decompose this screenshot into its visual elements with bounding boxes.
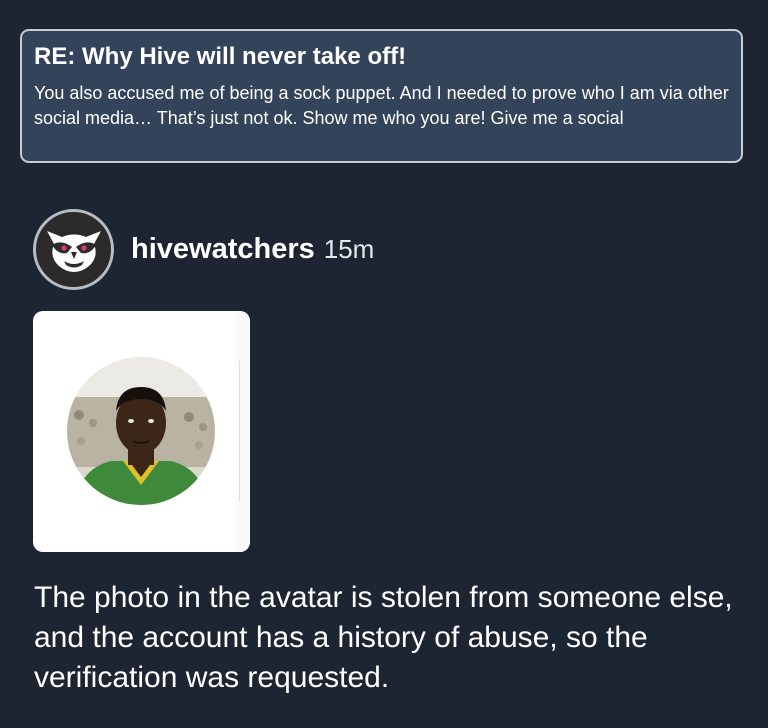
post-header: hivewatchers 15m: [33, 209, 374, 290]
post-timestamp: 15m: [323, 234, 375, 264]
quoted-post-title[interactable]: RE: Why Hive will never take off!: [34, 42, 729, 72]
post-image[interactable]: [33, 311, 250, 552]
author-avatar[interactable]: [33, 209, 114, 290]
owl-logo-icon: [46, 230, 101, 272]
image-edge: [235, 311, 250, 552]
quoted-post-card[interactable]: RE: Why Hive will never take off! You al…: [20, 29, 743, 163]
quoted-post-body: You also accused me of being a sock pupp…: [34, 83, 729, 128]
author-username[interactable]: hivewatchers: [131, 233, 315, 266]
profile-photo: [67, 357, 215, 505]
post-body-text: The photo in the avatar is stolen from s…: [34, 581, 733, 694]
image-edge-divider: [239, 361, 240, 501]
